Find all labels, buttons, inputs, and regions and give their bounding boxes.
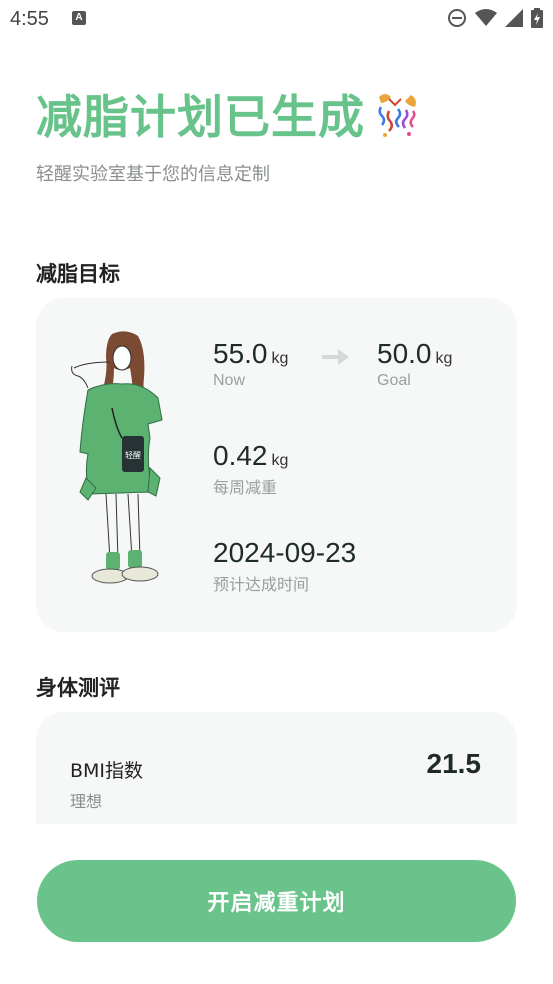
- weekly-loss-label: 每周减重: [213, 480, 278, 497]
- bottom-bar-background: [0, 824, 553, 860]
- current-weight-label: Now: [213, 372, 246, 389]
- weekly-loss: 0.42 kg 每周减重: [213, 440, 288, 498]
- status-notification-icon: A: [72, 11, 86, 25]
- goal-weight-label: Goal: [377, 372, 411, 389]
- page-title-text: 减脂计划已生成: [36, 90, 365, 144]
- bag-text: 轻醒: [125, 450, 141, 460]
- goal-weight-unit: kg: [435, 350, 453, 367]
- weekly-loss-value: 0.42: [213, 440, 268, 471]
- page-subtitle: 轻醒实验室基于您的信息定制: [36, 164, 270, 185]
- wifi-icon: [475, 9, 497, 26]
- eta-label: 预计达成时间: [213, 577, 310, 594]
- page-title: 减脂计划已生成: [36, 86, 421, 144]
- current-weight: 55.0 kg Now: [213, 338, 288, 390]
- signal-icon: [505, 9, 523, 27]
- bmi-value: 21.5: [426, 748, 482, 779]
- bmi-status: 理想: [70, 792, 103, 811]
- bmi-label: BMI指数: [70, 760, 144, 782]
- current-weight-unit: kg: [271, 350, 289, 367]
- party-popper-icon: [378, 94, 416, 137]
- eval-section-title: 身体测评: [36, 676, 120, 700]
- goal-weight-value: 50.0: [377, 338, 432, 369]
- goal-card: 轻醒 55.0 kg Now 50.0 kg Goal 0.42 kg 每周减重 20…: [36, 298, 517, 632]
- goal-section-title: 减脂目标: [36, 262, 120, 286]
- battery-icon: [531, 8, 543, 28]
- status-bar: 4:55 A: [0, 0, 553, 38]
- illustration-woman: 轻醒: [71, 331, 163, 584]
- arrow-right-icon: [322, 349, 349, 365]
- bmi-card: BMI指数 理想 21.5: [36, 712, 517, 828]
- eta: 2024-09-23 预计达成时间: [213, 537, 356, 595]
- current-weight-value: 55.0: [213, 338, 268, 369]
- goal-weight: 50.0 kg Goal: [377, 338, 452, 390]
- status-icons: [447, 8, 543, 28]
- weekly-loss-unit: kg: [271, 452, 289, 469]
- do-not-disturb-icon: [448, 9, 466, 27]
- status-time: 4:55: [10, 8, 49, 30]
- start-plan-button[interactable]: 开启减重计划: [37, 860, 516, 942]
- eta-value: 2024-09-23: [213, 537, 357, 568]
